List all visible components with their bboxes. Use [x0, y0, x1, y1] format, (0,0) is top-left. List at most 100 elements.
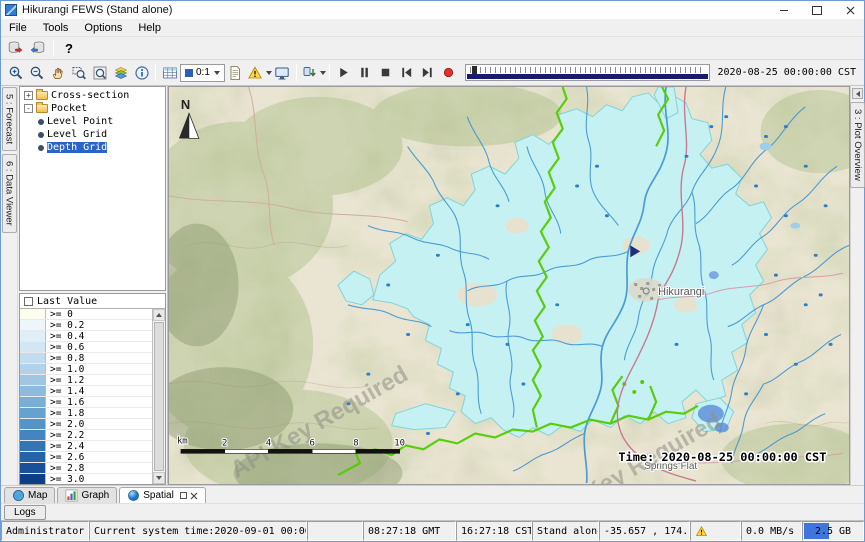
tree-item[interactable]: + Cross-section: [20, 89, 165, 102]
database-blue-icon: [30, 40, 46, 56]
report-button[interactable]: [225, 62, 246, 83]
minimize-button[interactable]: [770, 1, 798, 19]
tab-forecast[interactable]: 5 : Forecast: [2, 87, 17, 151]
zoom-in-icon: [8, 65, 24, 81]
node-icon: [38, 132, 44, 138]
legend-row: >= 1.0: [20, 364, 152, 375]
svg-text:km: km: [177, 436, 188, 446]
tree-item[interactable]: Depth Grid: [20, 141, 165, 154]
pan-button[interactable]: [47, 62, 68, 83]
step-forward-button[interactable]: [417, 62, 438, 83]
scale-combo-value: 0:1: [196, 67, 210, 78]
last-value-checkbox[interactable]: [24, 297, 33, 306]
mode-cell: Stand alone: [532, 521, 599, 541]
database-export-button[interactable]: [4, 38, 25, 59]
svg-text:8: 8: [353, 438, 358, 448]
legend-swatch: [20, 463, 46, 473]
logs-button[interactable]: Logs: [4, 505, 46, 520]
tree-item-label[interactable]: Depth Grid: [47, 142, 107, 153]
display-button[interactable]: [272, 62, 293, 83]
tree-item[interactable]: Level Point: [20, 115, 165, 128]
spatial-sphere-icon: [127, 489, 140, 502]
menu-help[interactable]: Help: [130, 20, 169, 36]
folder-icon: [36, 104, 48, 113]
play-button[interactable]: [333, 62, 354, 83]
legend-scrollbar[interactable]: [152, 309, 165, 484]
legend-header-label: Last Value: [37, 296, 97, 307]
legend-label: >= 2.8: [46, 463, 84, 473]
scroll-up-icon[interactable]: [153, 309, 165, 321]
tree-item-label[interactable]: Level Point: [47, 116, 113, 127]
warnings-dropdown-button[interactable]: [246, 62, 272, 83]
data-viewer-panel: + Cross-section - Pocket Level Point Level Gr…: [18, 86, 168, 485]
toolbar-separator: [53, 40, 54, 57]
export-dropdown-button[interactable]: [300, 62, 326, 83]
tab-spatial-label: Spatial: [143, 490, 174, 501]
svg-text:4: 4: [266, 438, 271, 448]
map-toolbar: 0:1: [1, 60, 864, 86]
pause-button[interactable]: [354, 62, 375, 83]
tree-list[interactable]: + Cross-section - Pocket Level Point Level Gr…: [19, 86, 166, 291]
legend-swatch: [20, 309, 46, 319]
svg-text:N: N: [181, 97, 190, 112]
scale-chip-icon: [185, 69, 193, 77]
town-label: Hikurangi: [658, 286, 704, 298]
tree-item-label[interactable]: Pocket: [51, 103, 87, 114]
legend-label: >= 2.4: [46, 441, 84, 451]
zoom-extent-button[interactable]: [89, 62, 110, 83]
legend-row: >= 1.4: [20, 386, 152, 397]
legend-row: >= 0.2: [20, 320, 152, 331]
scrollbar-thumb[interactable]: [154, 322, 164, 471]
info-icon: [134, 65, 150, 81]
collapse-panel-button[interactable]: [852, 88, 863, 99]
zoom-in-button[interactable]: [5, 62, 26, 83]
legend-row: >= 2.2: [20, 430, 152, 441]
title-bar[interactable]: Hikurangi FEWS (Stand alone): [1, 1, 864, 19]
menu-tools[interactable]: Tools: [35, 20, 77, 36]
tab-plot-overview[interactable]: 3 : Plot Overview: [850, 102, 865, 188]
menu-options[interactable]: Options: [76, 20, 130, 36]
map-canvas[interactable]: Hikurangi Springs Flat API Key Required …: [169, 87, 849, 484]
warning-cell[interactable]: [690, 521, 741, 541]
tree-item-label[interactable]: Cross-section: [51, 90, 129, 101]
undock-tab-icon[interactable]: [180, 492, 187, 499]
warning-toggle[interactable]: [246, 62, 265, 83]
tree-expander[interactable]: +: [24, 91, 33, 100]
tab-map-label: Map: [28, 490, 47, 501]
legend-row: >= 2.6: [20, 452, 152, 463]
database-import-button[interactable]: [27, 38, 48, 59]
map-viewport[interactable]: Hikurangi Springs Flat API Key Required …: [168, 86, 850, 485]
zoom-selection-button[interactable]: [68, 62, 89, 83]
stop-button[interactable]: [375, 62, 396, 83]
stop-icon: [378, 65, 393, 80]
tree-item-label[interactable]: Level Grid: [47, 129, 107, 140]
gmt-time-cell: 08:27:18 GMT: [363, 521, 456, 541]
help-button[interactable]: ?: [59, 38, 79, 58]
tree-item[interactable]: Level Grid: [20, 128, 165, 141]
scroll-down-icon[interactable]: [153, 472, 165, 484]
toolbar-separator: [329, 64, 330, 81]
layers-button[interactable]: [110, 62, 131, 83]
export-toggle[interactable]: [300, 62, 319, 83]
legend-label: >= 1.6: [46, 397, 84, 407]
grid-display-button[interactable]: [159, 62, 180, 83]
tab-map[interactable]: Map: [4, 487, 55, 503]
scale-combo[interactable]: 0:1: [180, 64, 225, 82]
step-back-button[interactable]: [396, 62, 417, 83]
time-navigator-slider[interactable]: [465, 64, 710, 81]
coordinates-cell: -35.657 , 174.199: [599, 521, 690, 541]
tab-data-viewer[interactable]: 6 : Data Viewer: [2, 154, 17, 233]
tab-spatial[interactable]: Spatial: [119, 487, 206, 503]
info-button[interactable]: [131, 62, 152, 83]
legend-swatch: [20, 430, 46, 440]
tree-item[interactable]: - Pocket: [20, 102, 165, 115]
record-button[interactable]: [438, 62, 459, 83]
zoom-out-button[interactable]: [26, 62, 47, 83]
close-button[interactable]: [836, 1, 864, 19]
maximize-button[interactable]: [803, 1, 831, 19]
tree-expander[interactable]: -: [24, 104, 33, 113]
menu-file[interactable]: File: [1, 20, 35, 36]
close-tab-icon[interactable]: [190, 492, 198, 500]
slider-ticks: [470, 67, 705, 73]
tab-graph[interactable]: Graph: [57, 487, 117, 503]
